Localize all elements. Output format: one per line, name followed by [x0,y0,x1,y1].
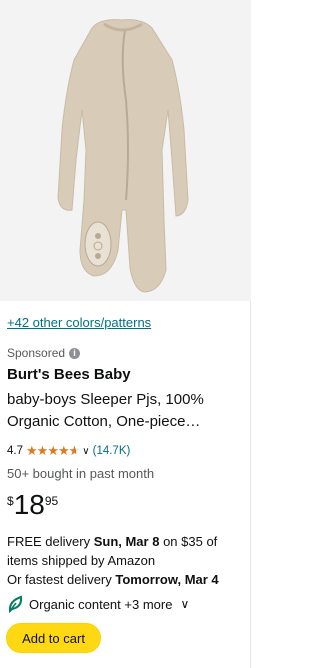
brand-name: Burt's Bees Baby [7,366,131,383]
star-icon: ★ [26,443,38,458]
price-symbol: $ [7,494,14,508]
star-icon: ★ [57,443,70,458]
star-rating[interactable]: ★★★★★ ★ [26,443,81,459]
price-whole: 18 [13,489,45,520]
star-icon: ★ ★ [68,443,81,458]
organic-label: Organic content +3 more [29,596,173,612]
sponsored-label[interactable]: Sponsored i [7,346,81,360]
fastest-prefix: Or fastest delivery [7,572,116,587]
info-icon[interactable]: i [69,347,81,359]
delivery-prefix: FREE delivery [7,534,94,549]
delivery-info: FREE delivery Sun, Mar 8 on $35 of items… [7,532,247,589]
chevron-down-icon: ∨ [180,597,190,611]
delivery-date: Sun, Mar 8 [93,534,160,549]
review-count-link[interactable]: (14.7K) [93,445,131,457]
delivery-suffix: on $35 of [159,534,218,549]
delivery-line-2: items shipped by Amazon [7,553,156,568]
add-to-cart-button[interactable]: Add to cart [6,623,101,653]
delivery-line-3: Or fastest delivery Tomorrow, Mar 4 [7,570,247,589]
price: $ 18 95 [7,490,58,520]
other-colors-link[interactable]: +42 other colors/patterns [7,315,151,330]
price-fraction: 95 [44,494,59,508]
title-line-2: Organic Cotton, One-piece… [7,413,201,430]
organic-content-dropdown[interactable]: Organic content +3 more ∨ [7,595,189,613]
bought-count: 50+ bought in past month [7,466,155,481]
title-line-1: baby-boys Sleeper Pjs, 100% [7,391,204,408]
product-image[interactable] [0,0,251,301]
delivery-line-1: FREE delivery Sun, Mar 8 on $35 of [7,532,247,551]
rating-value: 4.7 [7,445,23,457]
rating-row[interactable]: 4.7 ★★★★★ ★ ∨ (14.7K) [7,443,130,459]
leaf-icon [7,595,23,613]
sponsored-text: Sponsored [7,346,66,360]
product-title[interactable]: baby-boys Sleeper Pjs, 100% Organic Cott… [7,389,245,433]
sleeper-illustration [0,0,251,301]
fastest-date: Tomorrow, Mar 4 [115,572,219,587]
product-card: +42 other colors/patterns Sponsored i Bu… [0,0,251,668]
chevron-down-icon[interactable]: ∨ [82,446,89,457]
star-icon: ★ [36,443,49,458]
star-icon: ★ [47,443,59,458]
